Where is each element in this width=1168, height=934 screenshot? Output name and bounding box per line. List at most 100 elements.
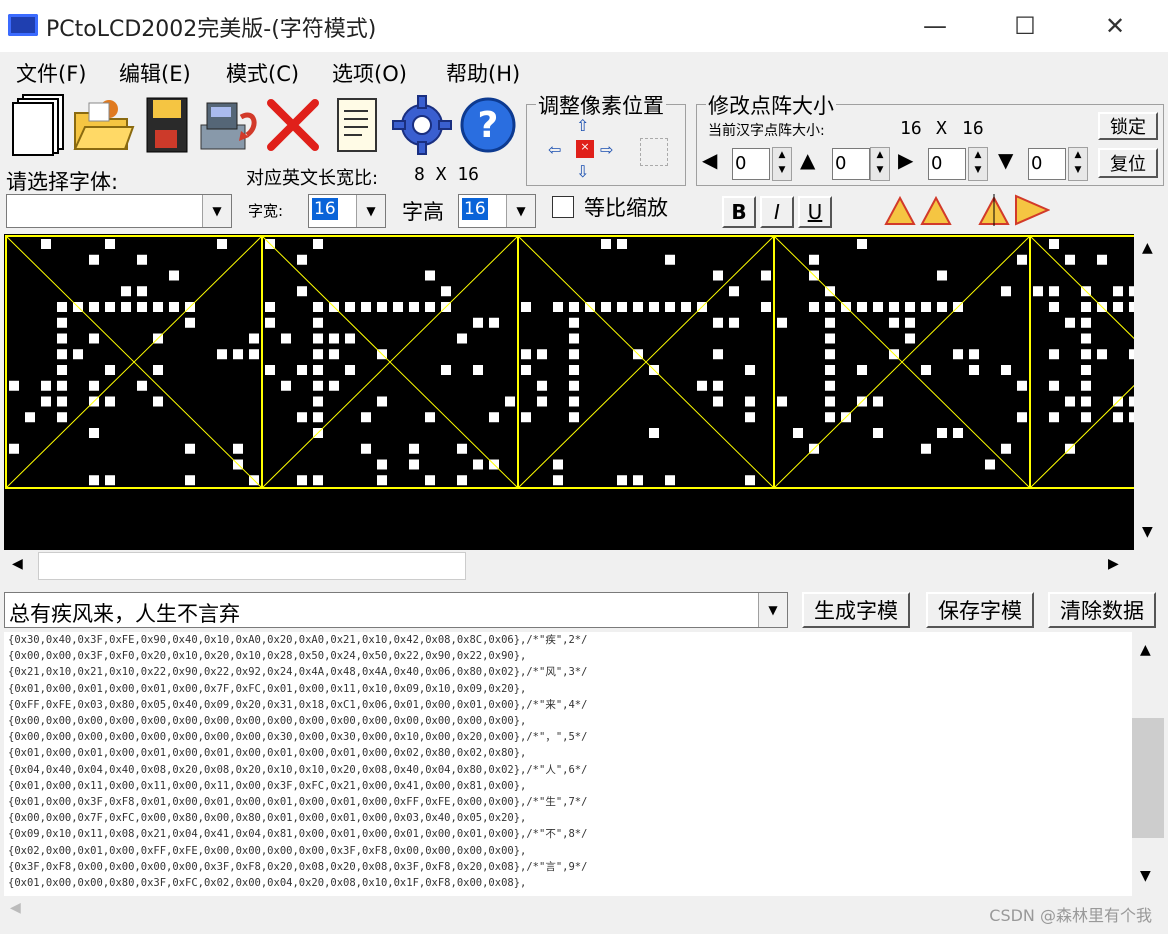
- pixel-dot[interactable]: [89, 333, 99, 344]
- pixel-dot[interactable]: [649, 428, 659, 438]
- pixel-dot[interactable]: [105, 302, 115, 312]
- pixel-dot[interactable]: [217, 239, 227, 249]
- pixel-dot[interactable]: [153, 302, 163, 312]
- new-file-icon[interactable]: [8, 92, 70, 158]
- scroll-thumb[interactable]: [38, 552, 466, 580]
- pixel-dot[interactable]: [665, 302, 675, 312]
- pixel-dot[interactable]: [745, 365, 755, 375]
- pixel-dot[interactable]: [825, 412, 835, 423]
- pixel-dot[interactable]: [121, 286, 131, 297]
- pixel-dot[interactable]: [569, 302, 579, 312]
- pixel-dot[interactable]: [425, 412, 435, 423]
- height-dropdown-icon[interactable]: ▼: [506, 195, 535, 227]
- pixel-dot[interactable]: [185, 317, 195, 328]
- output-scroll-up-icon[interactable]: ▲: [1140, 642, 1151, 658]
- pixel-dot[interactable]: [713, 349, 723, 360]
- save-as-icon[interactable]: [196, 92, 264, 158]
- pixel-dot[interactable]: [921, 302, 931, 312]
- pixel-dot[interactable]: [873, 302, 883, 312]
- pixel-dot[interactable]: [1049, 380, 1059, 391]
- pixel-dot[interactable]: [1049, 349, 1059, 360]
- shift-right-icon[interactable]: ⇨: [600, 140, 622, 160]
- pixel-dot[interactable]: [313, 380, 323, 391]
- pixel-dot[interactable]: [425, 302, 435, 312]
- pixel-dot[interactable]: [761, 302, 771, 312]
- pixel-dot[interactable]: [777, 396, 787, 407]
- pixel-dot[interactable]: [857, 239, 867, 249]
- pixel-dot[interactable]: [713, 317, 723, 328]
- pixel-dot[interactable]: [905, 302, 915, 312]
- shift-left-icon[interactable]: ⇦: [548, 140, 570, 160]
- pixel-dot[interactable]: [137, 254, 147, 265]
- pixel-dot[interactable]: [1081, 317, 1091, 328]
- pixel-dot[interactable]: [169, 270, 179, 281]
- italic-button[interactable]: I: [760, 196, 794, 228]
- font-select[interactable]: ▼: [6, 194, 232, 228]
- pixel-dot[interactable]: [473, 317, 483, 328]
- pixel-dot[interactable]: [873, 428, 883, 438]
- pixel-dot[interactable]: [297, 475, 307, 486]
- output-scroll-down-icon[interactable]: ▼: [1140, 868, 1151, 884]
- save-font-button[interactable]: 保存字模: [926, 592, 1034, 628]
- pixel-dot[interactable]: [345, 302, 355, 312]
- pixel-dot[interactable]: [1081, 349, 1091, 360]
- pixel-dot[interactable]: [1113, 412, 1123, 423]
- spinner-bottom-arrows[interactable]: ▲ ▼: [1068, 147, 1088, 181]
- pixel-dot[interactable]: [313, 302, 323, 312]
- pixel-dot[interactable]: [857, 302, 867, 312]
- flip-vertical-icon[interactable]: [1014, 194, 1051, 226]
- shrink-left-icon[interactable]: ◀: [702, 148, 728, 178]
- pixel-dot[interactable]: [441, 365, 451, 375]
- pixel-dot[interactable]: [937, 302, 947, 312]
- pixel-dot[interactable]: [745, 396, 755, 407]
- pixel-dot[interactable]: [889, 317, 899, 328]
- pixel-dot[interactable]: [681, 302, 691, 312]
- pixel-dot[interactable]: [777, 317, 787, 328]
- shrink-bottom-icon[interactable]: ▼: [998, 148, 1024, 178]
- underline-button[interactable]: U: [798, 196, 832, 228]
- pixel-dot[interactable]: [9, 443, 19, 454]
- pixel-dot[interactable]: [1065, 396, 1075, 407]
- pixel-dot[interactable]: [1017, 412, 1027, 423]
- help-question-icon[interactable]: ?: [456, 92, 520, 158]
- output-scroll-left-icon[interactable]: ◀: [10, 900, 21, 916]
- pixel-dot[interactable]: [697, 380, 707, 391]
- pixel-dot[interactable]: [825, 333, 835, 344]
- pixel-dot[interactable]: [73, 349, 83, 360]
- pixel-dot[interactable]: [729, 286, 739, 297]
- pixel-dot[interactable]: [569, 333, 579, 344]
- pixel-dot[interactable]: [521, 365, 531, 375]
- reset-position-icon[interactable]: ×: [576, 140, 594, 158]
- pixel-dot[interactable]: [441, 286, 451, 297]
- pixel-dot[interactable]: [457, 443, 467, 454]
- pixel-dot[interactable]: [1113, 286, 1123, 297]
- pixel-dot[interactable]: [409, 459, 419, 470]
- pixel-dot[interactable]: [889, 302, 899, 312]
- scroll-left-icon[interactable]: ◀: [12, 556, 23, 572]
- output-scroll-thumb[interactable]: [1132, 718, 1164, 838]
- pixel-dot[interactable]: [473, 365, 483, 375]
- pixel-dot[interactable]: [41, 380, 51, 391]
- pixel-dot[interactable]: [1081, 396, 1091, 407]
- pixel-dot[interactable]: [249, 333, 259, 344]
- pixel-dot[interactable]: [921, 365, 931, 375]
- spinner-top-arrows[interactable]: ▲ ▼: [870, 147, 890, 181]
- rotate-right-icon[interactable]: [920, 194, 952, 226]
- pixel-dot[interactable]: [57, 302, 67, 312]
- pixel-dot[interactable]: [825, 365, 835, 375]
- pixel-dot[interactable]: [1081, 380, 1091, 391]
- shift-down-icon[interactable]: ⇩: [576, 162, 596, 182]
- pixel-dot[interactable]: [617, 302, 627, 312]
- generate-font-button[interactable]: 生成字模: [802, 592, 910, 628]
- menu-options[interactable]: 选项(O): [332, 58, 407, 88]
- lock-button[interactable]: 锁定: [1098, 112, 1158, 140]
- pixel-dot[interactable]: [1049, 412, 1059, 423]
- pixel-dot[interactable]: [1081, 302, 1091, 312]
- pixel-dot[interactable]: [825, 302, 835, 312]
- width-select[interactable]: 16 ▼: [308, 194, 386, 228]
- pixel-dot[interactable]: [553, 475, 563, 486]
- pixel-dot[interactable]: [1001, 365, 1011, 375]
- pixel-dot[interactable]: [217, 349, 227, 360]
- pixel-dot[interactable]: [377, 459, 387, 470]
- width-dropdown-icon[interactable]: ▼: [356, 195, 385, 227]
